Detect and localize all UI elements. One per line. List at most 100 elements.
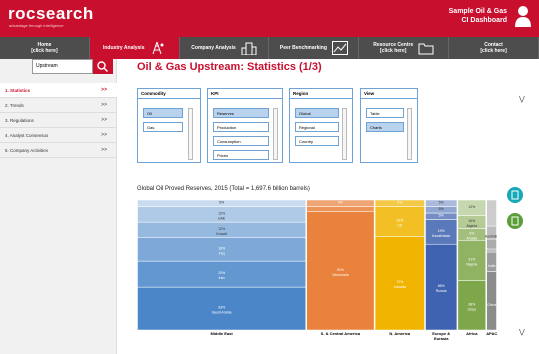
segment-country-label: Kazakhstan bbox=[432, 234, 450, 238]
segment-pct-label: 72% bbox=[396, 280, 403, 284]
option-country[interactable]: Country bbox=[295, 136, 339, 146]
nav-industry-label: Industry Analysis bbox=[102, 45, 145, 51]
option-gas[interactable]: Gas bbox=[143, 122, 183, 132]
category-label: Africa bbox=[466, 331, 478, 336]
segment-pct-label: 5% bbox=[439, 213, 444, 217]
chevron-right-icon: >> bbox=[101, 147, 107, 153]
scrollbar[interactable] bbox=[342, 108, 347, 160]
segment-other bbox=[486, 200, 497, 227]
segment-india bbox=[486, 251, 497, 272]
page-title: Oil & Gas Upstream: Statistics (1/3) bbox=[137, 61, 322, 73]
logo-tagline: advantage through intelligence bbox=[9, 23, 64, 28]
segment-pct-label: 38% bbox=[468, 302, 475, 306]
category-label: Middle East bbox=[210, 331, 233, 336]
segment-china bbox=[486, 271, 497, 331]
category-label: Europe & Eurasia bbox=[432, 331, 451, 341]
segment-pct-label: 10% bbox=[468, 219, 475, 223]
segment-country-label: Vietnam bbox=[485, 248, 497, 252]
logo: rocsearch bbox=[8, 4, 94, 23]
scrollbar[interactable] bbox=[188, 108, 193, 160]
option-consumption[interactable]: Consumption bbox=[213, 136, 269, 146]
option-oil[interactable]: Oil bbox=[143, 108, 183, 118]
segment-country-label: Saudi Arabia bbox=[212, 311, 232, 315]
nav-resource-centre[interactable]: Resource Centre [click here] bbox=[359, 37, 450, 59]
sidebar-item-statistics[interactable]: 1. Statistics >> bbox=[0, 83, 117, 98]
chevron-right-icon: >> bbox=[101, 117, 107, 123]
segment-pct-label: 12% bbox=[218, 211, 225, 215]
filter-kpi: KPI Reserves Production Consumption Pric… bbox=[207, 88, 283, 163]
sidebar-item-label: 2. Trends bbox=[5, 103, 24, 108]
sidebar-item-label: 4. Analyst Consensus bbox=[5, 133, 49, 138]
sidebar-item-company-activities[interactable]: 5. Company Activities >> bbox=[0, 143, 117, 158]
sidebar-item-analyst-consensus[interactable]: 4. Analyst Consensus >> bbox=[0, 128, 117, 143]
nav-home[interactable]: Home [click here] bbox=[0, 37, 90, 59]
nav-industry-analysis[interactable]: Industry Analysis bbox=[89, 37, 180, 59]
option-charts[interactable]: Charts bbox=[366, 122, 404, 132]
filter-commodity: Commodity Oil Gas bbox=[137, 88, 201, 163]
segment-country-label: Kuwait bbox=[216, 232, 227, 236]
segment-country-label: Angola bbox=[466, 236, 477, 240]
segment-pct-label: 19% bbox=[438, 229, 445, 233]
nav-peer-benchmarking[interactable]: Peer Benchmarking bbox=[269, 37, 360, 59]
sidebar-menu: 1. Statistics >> 2. Trends >> 3. Regulatio… bbox=[0, 83, 117, 158]
chevron-right-icon: >> bbox=[101, 102, 107, 108]
expand-icon[interactable]: ⋁ bbox=[519, 328, 525, 336]
scrollbar[interactable] bbox=[273, 108, 278, 160]
chevron-right-icon: >> bbox=[101, 132, 107, 138]
segment-pct-label: 5% bbox=[338, 200, 343, 204]
collapse-icon[interactable]: ⋁ bbox=[519, 95, 525, 103]
nav-company-analysis[interactable]: Company Analysis bbox=[180, 37, 270, 59]
option-prices[interactable]: Prices bbox=[213, 150, 269, 160]
search-button[interactable] bbox=[93, 59, 113, 74]
sidebar-item-trends[interactable]: 2. Trends >> bbox=[0, 98, 117, 113]
segment-pct-label: 9% bbox=[469, 231, 474, 235]
segment-pct-label: 12% bbox=[468, 205, 475, 209]
option-global[interactable]: Global bbox=[295, 108, 339, 118]
segment-country-label: US bbox=[397, 223, 403, 227]
segment-country-label: Venezuela bbox=[332, 273, 348, 277]
category-label: APAC bbox=[486, 331, 498, 336]
filter-region-title: Region bbox=[290, 89, 352, 99]
segment-country-label: Iraq bbox=[219, 251, 225, 255]
filter-view-title: View bbox=[361, 89, 417, 99]
nav-peer-label: Peer Benchmarking bbox=[279, 45, 327, 51]
export-excel-button[interactable] bbox=[507, 213, 523, 229]
filter-kpi-title: KPI bbox=[208, 89, 282, 99]
segment-pct-label: 20% bbox=[218, 271, 225, 275]
segment-country-label: India bbox=[488, 264, 496, 268]
segment-country-label: Russia bbox=[436, 289, 447, 293]
folder-icon bbox=[418, 43, 434, 55]
oil-rig-icon bbox=[153, 41, 164, 55]
option-reserves[interactable]: Reserves bbox=[213, 108, 269, 118]
segment-country-label: Nigeria bbox=[466, 262, 477, 266]
segment-country-label: Algeria bbox=[466, 224, 477, 228]
segment-country-label: Australia bbox=[485, 235, 497, 239]
user-icon[interactable] bbox=[515, 5, 531, 27]
sidebar: Upstream 1. Statistics >> 2. Trends >> 3. … bbox=[0, 59, 117, 354]
building-icon bbox=[241, 42, 257, 55]
nav-contact[interactable]: Contact [click here] bbox=[449, 37, 539, 59]
search-input[interactable]: Upstream bbox=[32, 59, 93, 74]
option-regional[interactable]: Regional bbox=[295, 122, 339, 132]
segment-pct-label: 91% bbox=[337, 268, 344, 272]
segment-country-label: UAE bbox=[218, 216, 226, 220]
segment-pct-label: 33% bbox=[218, 306, 225, 310]
segment-country-label: China bbox=[487, 303, 496, 307]
sidebar-item-label: 3. Regulations bbox=[5, 118, 34, 123]
sidebar-item-regulations[interactable]: 3. Regulations >> bbox=[0, 113, 117, 128]
oil-reserves-chart: 33%Saudi Arabia20%Iran18%Iraq12%Kuwait12… bbox=[137, 200, 497, 331]
download-icon bbox=[511, 190, 519, 200]
export-button[interactable] bbox=[507, 187, 523, 203]
segment-pct-label: 5% bbox=[219, 200, 224, 204]
scrollbar[interactable] bbox=[407, 108, 412, 160]
nav-home-label: Home [click here] bbox=[31, 42, 58, 54]
search-icon bbox=[97, 61, 108, 72]
file-icon bbox=[511, 216, 519, 226]
option-production[interactable]: Production bbox=[213, 122, 269, 132]
filter-region: Region Global Regional Country bbox=[289, 88, 353, 163]
filter-view: View Table Charts bbox=[360, 88, 418, 163]
top-bar: rocsearch advantage through intelligence… bbox=[0, 0, 539, 37]
segment-country-label: Libya bbox=[468, 307, 476, 311]
segment-pct-label: 23% bbox=[396, 218, 403, 222]
option-table[interactable]: Table bbox=[366, 108, 404, 118]
